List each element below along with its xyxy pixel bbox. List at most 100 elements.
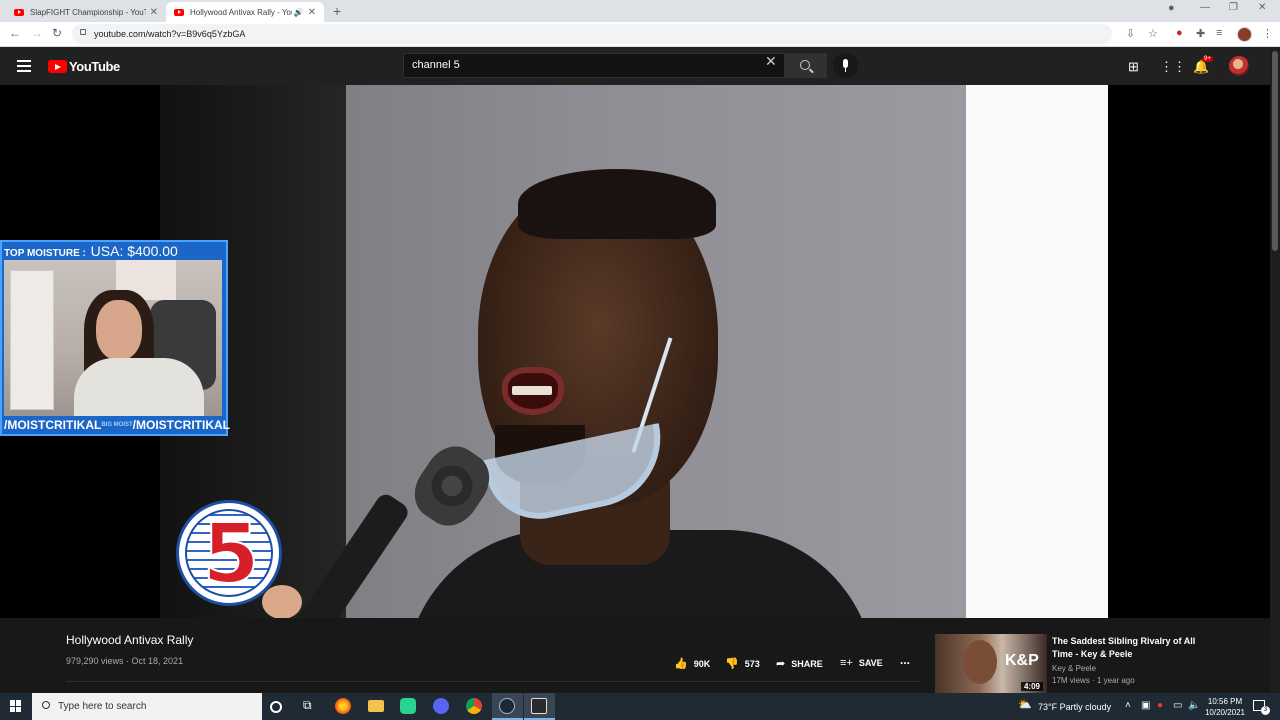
big-moist-badge: BIG MOIST [101, 422, 133, 428]
reading-list-icon[interactable]: ≡ [1216, 27, 1222, 39]
weather-icon[interactable]: ⛅ [1018, 698, 1032, 711]
streamer-body [74, 358, 204, 416]
bookmark-star-icon[interactable]: ☆ [1148, 27, 1158, 40]
windows-start-icon[interactable] [10, 700, 22, 712]
divider [66, 681, 920, 682]
search-icon [42, 701, 50, 709]
lock-icon [80, 29, 86, 35]
extensions-puzzle-icon[interactable]: ✚ [1196, 27, 1205, 40]
forward-arrow-icon[interactable]: → [31, 26, 43, 40]
tab-title: SlapFIGHT Championship - YouTube [30, 7, 146, 17]
steam-taskbar-button[interactable] [492, 693, 523, 720]
windows-taskbar: Type here to search ⧉ ⛅ 73°F Partly clou… [0, 693, 1280, 720]
steam-icon [499, 698, 515, 714]
top-moisture-amount: USA: $400.00 [90, 243, 178, 259]
youtube-logo-text: YouTube [69, 59, 120, 74]
audio-playing-icon[interactable]: 🔊 [294, 8, 304, 17]
reload-icon[interactable]: ↻ [52, 26, 62, 40]
like-button[interactable]: 👍 90K [674, 657, 710, 670]
share-arrow-icon: ➦ [776, 658, 786, 670]
back-arrow-icon[interactable]: ← [9, 26, 21, 40]
create-video-icon[interactable]: ⊞ [1128, 59, 1139, 75]
save-label: SAVE [858, 658, 883, 668]
search-input[interactable]: channel 5 [403, 53, 785, 78]
streamer-face [96, 300, 142, 360]
like-count: 90K [693, 658, 711, 669]
webcam-feed [4, 260, 222, 416]
tray-security-icon[interactable]: ● [1157, 700, 1163, 711]
chrome-icon[interactable] [466, 698, 482, 714]
notification-count-badge: 3 [1261, 706, 1270, 715]
account-avatar[interactable] [1229, 56, 1249, 76]
close-window-icon[interactable]: ✕ [1258, 2, 1266, 13]
top-moisture-banner: TOP MOISTURE : USA: $400.00 [4, 242, 224, 260]
playlist-add-icon: ≡+ [840, 657, 853, 669]
save-button[interactable]: ≡+ SAVE [840, 657, 883, 669]
more-actions-button[interactable]: ... [900, 653, 910, 667]
close-tab-icon[interactable]: ✕ [150, 7, 158, 18]
clock-time: 10:56 PM [1207, 697, 1243, 706]
social-handles-banner: /MOISTCRITIKAL BIG MOIST /MOISTCRITIKAL [2, 416, 230, 434]
share-button[interactable]: ➦ SHARE [776, 657, 823, 670]
volume-icon[interactable]: 🔈 [1188, 700, 1200, 711]
video-info-panel: Hollywood Antivax Rally 979,290 views · … [0, 618, 1270, 693]
tray-app-icon[interactable]: ▣ [1141, 700, 1150, 711]
key-and-peele-logo: K&P [1005, 652, 1039, 669]
thumbs-down-icon: 👎 [725, 658, 739, 670]
voice-search-icon[interactable] [833, 53, 858, 78]
youtube-logo[interactable]: YouTube [48, 59, 120, 74]
discord-icon[interactable] [433, 698, 449, 714]
taskbar-search-input[interactable]: Type here to search [32, 693, 262, 720]
tab-hollywood-antivax-rally[interactable]: Hollywood Antivax Rally - YouTube 🔊 ✕ [166, 2, 324, 22]
youtube-favicon-icon [174, 8, 184, 16]
youtube-header: YouTube channel 5 ⊞ ⋮⋮ 🔔 9+ [0, 47, 1280, 85]
interviewee-teeth [512, 386, 552, 395]
app-rl-icon [531, 698, 547, 714]
scrollbar-thumb[interactable] [1272, 51, 1278, 251]
youtube-favicon-icon [14, 8, 24, 16]
cortana-icon[interactable] [270, 701, 282, 713]
app-green-icon[interactable] [400, 698, 416, 714]
recommended-title[interactable]: The Saddest Sibling Rivalry of All Time … [1052, 635, 1202, 661]
webcam-door [10, 270, 54, 410]
close-tab-icon[interactable]: ✕ [308, 7, 316, 18]
tab-search-icon[interactable]: ● [1168, 2, 1175, 14]
top-moisture-label: TOP MOISTURE : [4, 248, 86, 259]
recommended-channel[interactable]: Key & Peele [1052, 664, 1096, 673]
minimize-icon[interactable]: — [1200, 2, 1210, 13]
tray-chevron-icon[interactable]: ˄ [1125, 700, 1131, 711]
twitter-handle: /MOISTCRITIKAL [4, 418, 102, 432]
hamburger-menu-icon[interactable] [17, 60, 31, 75]
webcam-overlay: TOP MOISTURE : USA: $400.00 /MOISTCRITIK… [0, 240, 230, 436]
restore-icon[interactable]: ❐ [1229, 2, 1238, 13]
youtube-play-logo-icon [48, 60, 67, 73]
taskbar-clock[interactable]: 10:56 PM 10/20/2021 [1200, 696, 1250, 718]
tab-title: Hollywood Antivax Rally - YouTube [190, 7, 292, 17]
tab-slapfight[interactable]: SlapFIGHT Championship - YouTube ✕ [6, 2, 166, 22]
video-player[interactable]: 5 TOP MOISTURE : USA: $400.00 /MOISTCRIT… [0, 85, 1270, 618]
weather-text[interactable]: 73°F Partly cloudy [1038, 702, 1111, 712]
task-view-icon[interactable]: ⧉ [303, 698, 312, 713]
thumbnail-face [963, 640, 997, 684]
firefox-icon[interactable] [335, 698, 351, 714]
share-label: SHARE [791, 658, 823, 669]
network-icon[interactable]: ▭ [1173, 700, 1182, 711]
extension-icon[interactable]: ● [1176, 27, 1183, 39]
recommended-thumbnail[interactable]: K&P 4:09 [935, 634, 1047, 693]
video-duration-badge: 4:09 [1020, 682, 1043, 691]
search-button[interactable] [785, 53, 827, 78]
dislike-button[interactable]: 👎 573 [725, 657, 760, 670]
browser-profile-avatar[interactable] [1237, 27, 1252, 42]
dislike-count: 573 [744, 658, 760, 669]
thumbs-up-icon: 👍 [674, 658, 688, 670]
address-bar[interactable]: youtube.com/watch?v=B9v6q5YzbGA [72, 24, 1112, 44]
apps-grid-icon[interactable]: ⋮⋮ [1160, 59, 1186, 75]
file-explorer-icon[interactable] [368, 700, 384, 712]
browser-menu-icon[interactable]: ⋮ [1262, 27, 1273, 40]
clear-search-icon[interactable]: ✕ [765, 53, 777, 70]
rl-taskbar-button[interactable] [524, 693, 555, 720]
page-scrollbar[interactable] [1270, 47, 1280, 693]
recommended-meta: 17M views · 1 year ago [1052, 676, 1135, 685]
new-tab-icon[interactable]: + [333, 3, 341, 19]
install-icon[interactable]: ⇩ [1126, 27, 1135, 40]
